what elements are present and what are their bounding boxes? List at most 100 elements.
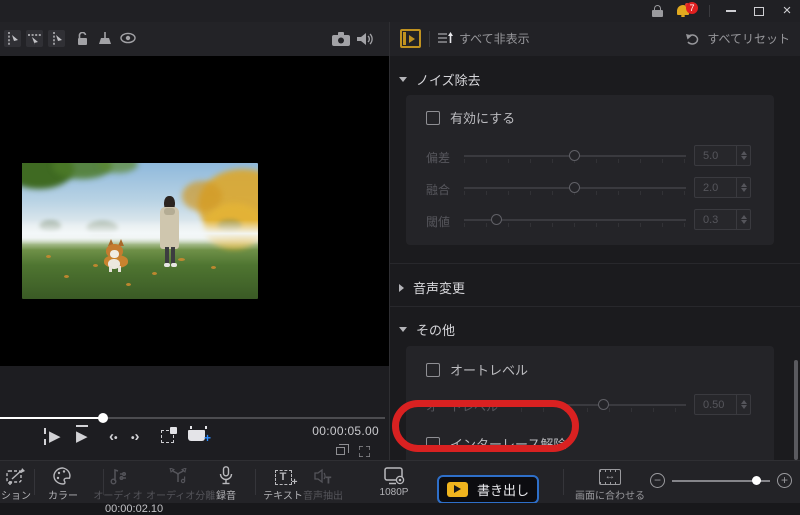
fit-label: 画面に合わせる [575, 491, 645, 502]
reset-all-button[interactable]: すべてリセット [686, 30, 790, 47]
blend-slider-row: 融合 2.0 [406, 177, 774, 199]
noise-removal-group: 有効にする 偏差 5.0 融合 2.0 閾値 0.3 [406, 95, 774, 245]
play-button[interactable]: ▶ [76, 425, 88, 446]
playback-time: 00:00:05.00 [312, 424, 379, 438]
speaker-icon[interactable] [357, 32, 374, 46]
audio-note-icon [86, 465, 150, 485]
timeline-clip-time: 00:00:02.10 [105, 503, 164, 515]
toolbar-audio-extract-button[interactable]: T 音声抽出 [291, 465, 355, 502]
zoom-slider-handle[interactable] [752, 476, 762, 485]
deviation-value-box[interactable]: 5.0 [694, 145, 751, 166]
playhead-handle[interactable] [98, 413, 109, 423]
chevron-right-icon [399, 283, 404, 292]
auto-level-slider-label: オートレベル [426, 400, 499, 414]
hide-all-button[interactable]: すべて非表示 [438, 30, 530, 47]
threshold-slider-row: 閾値 0.3 [406, 209, 774, 231]
main-toolbar: ション カラー オーディオ オーディオ分離 録音 T + テキスト T 音声抽出… [0, 460, 800, 503]
copy-display-icon[interactable] [336, 444, 349, 455]
threshold-value-box[interactable]: 0.3 [694, 209, 751, 230]
blend-value: 2.0 [703, 181, 719, 194]
select-track-tool-button[interactable] [26, 30, 43, 47]
video-preview[interactable] [0, 56, 389, 366]
record-label: 録音 [216, 491, 236, 502]
account-lock-icon[interactable] [652, 5, 663, 17]
deinterlace-label: インターレース解除 [450, 437, 567, 452]
spinner-buttons[interactable] [736, 210, 750, 229]
slider-handle[interactable] [569, 182, 580, 193]
toolbar-audio-button[interactable]: オーディオ [86, 465, 150, 502]
slider-handle[interactable] [597, 399, 609, 410]
deinterlace-checkbox[interactable] [426, 436, 440, 451]
seek-progress [0, 417, 104, 419]
preview-toolbar [0, 22, 389, 56]
spinner-buttons[interactable] [736, 395, 750, 414]
title-bar: 7 × [0, 0, 800, 22]
minimize-button[interactable] [724, 4, 738, 18]
video-panel-icon[interactable] [400, 29, 421, 48]
deviation-slider[interactable] [464, 145, 686, 167]
toolbar-record-button[interactable]: 録音 [194, 465, 258, 502]
spinner-buttons[interactable] [736, 146, 750, 165]
slider-handle[interactable] [569, 150, 580, 161]
snapshot-button[interactable] [161, 427, 177, 443]
section-noise-removal[interactable]: ノイズ除去 [399, 70, 481, 89]
spinner-buttons[interactable] [736, 178, 750, 197]
toolbar-resolution-button[interactable]: 1080P [362, 465, 426, 498]
audio-extract-icon: T [291, 465, 355, 485]
deviation-label: 偏差 [426, 151, 451, 165]
section-title: その他 [416, 323, 456, 338]
chevron-down-icon [399, 77, 407, 82]
previous-frame-button[interactable]: ‹• [109, 428, 118, 446]
properties-panel: すべて非表示 すべてリセット ノイズ除去 有効にする 偏差 5.0 融合 2.0… [389, 22, 800, 479]
fit-to-screen-button[interactable]: ↔ 画面に合わせる [570, 465, 650, 502]
deinterlace-checkbox-row[interactable]: インターレース解除 [426, 434, 566, 453]
fullscreen-icon[interactable] [359, 446, 370, 457]
blend-label: 融合 [426, 183, 451, 197]
eye-icon[interactable] [120, 32, 136, 44]
cleanup-brush-icon[interactable] [98, 32, 112, 46]
notification-bell-icon[interactable]: 7 [677, 2, 698, 18]
close-button[interactable]: × [780, 3, 794, 18]
threshold-label: 閾値 [426, 215, 451, 229]
threshold-slider[interactable] [464, 209, 686, 231]
section-others[interactable]: その他 [399, 320, 455, 339]
export-label: 書き出し [476, 483, 529, 498]
panel-header: すべて非表示 すべてリセット [390, 22, 800, 56]
select-edge-tool-button[interactable] [4, 30, 21, 47]
auto-level-value: 0.50 [703, 398, 725, 411]
add-marker-button[interactable]: + [188, 426, 211, 445]
microphone-icon [194, 465, 258, 485]
chevron-down-icon [399, 327, 407, 332]
auto-level-checkbox-row[interactable]: オートレベル [426, 360, 528, 379]
panel-body: ノイズ除去 有効にする 偏差 5.0 融合 2.0 閾値 0.3 音声変更 その… [390, 56, 800, 479]
export-button[interactable]: 書き出し [437, 475, 539, 503]
blend-slider[interactable] [464, 177, 686, 199]
deviation-value: 5.0 [703, 149, 719, 162]
zoom-out-button[interactable]: − [650, 473, 665, 488]
zoom-in-button[interactable]: + [777, 473, 792, 488]
audio-extract-label: 音声抽出 [303, 491, 343, 502]
next-frame-button[interactable]: •› [131, 428, 140, 446]
player-controls: ▶ ▶ ‹• •› + 00:00:05.00 [0, 366, 389, 460]
enable-checkbox-row[interactable]: 有効にする [426, 108, 515, 127]
play-from-start-button[interactable]: ▶ [44, 428, 61, 446]
auto-level-checkbox[interactable] [426, 362, 440, 377]
titlebar-separator [709, 5, 710, 17]
threshold-value: 0.3 [703, 213, 719, 226]
section-voice-change[interactable]: 音声変更 [399, 278, 465, 297]
blend-value-box[interactable]: 2.0 [694, 177, 751, 198]
section-title: ノイズ除去 [416, 73, 481, 88]
unlock-icon[interactable] [76, 32, 89, 46]
enable-label: 有効にする [450, 111, 516, 126]
enable-checkbox[interactable] [426, 110, 440, 125]
corgi-dog-figure [102, 239, 138, 273]
maximize-button[interactable] [752, 4, 766, 18]
select-clip-tool-button[interactable] [48, 30, 65, 47]
auto-level-value-box[interactable]: 0.50 [694, 394, 751, 415]
auto-level-label: オートレベル [450, 363, 529, 378]
reset-all-label: すべてリセット [707, 32, 790, 46]
video-frame [22, 163, 258, 299]
panel-scrollbar[interactable] [794, 360, 798, 460]
camera-snapshot-icon[interactable] [332, 32, 350, 46]
auto-level-slider[interactable] [521, 394, 686, 416]
